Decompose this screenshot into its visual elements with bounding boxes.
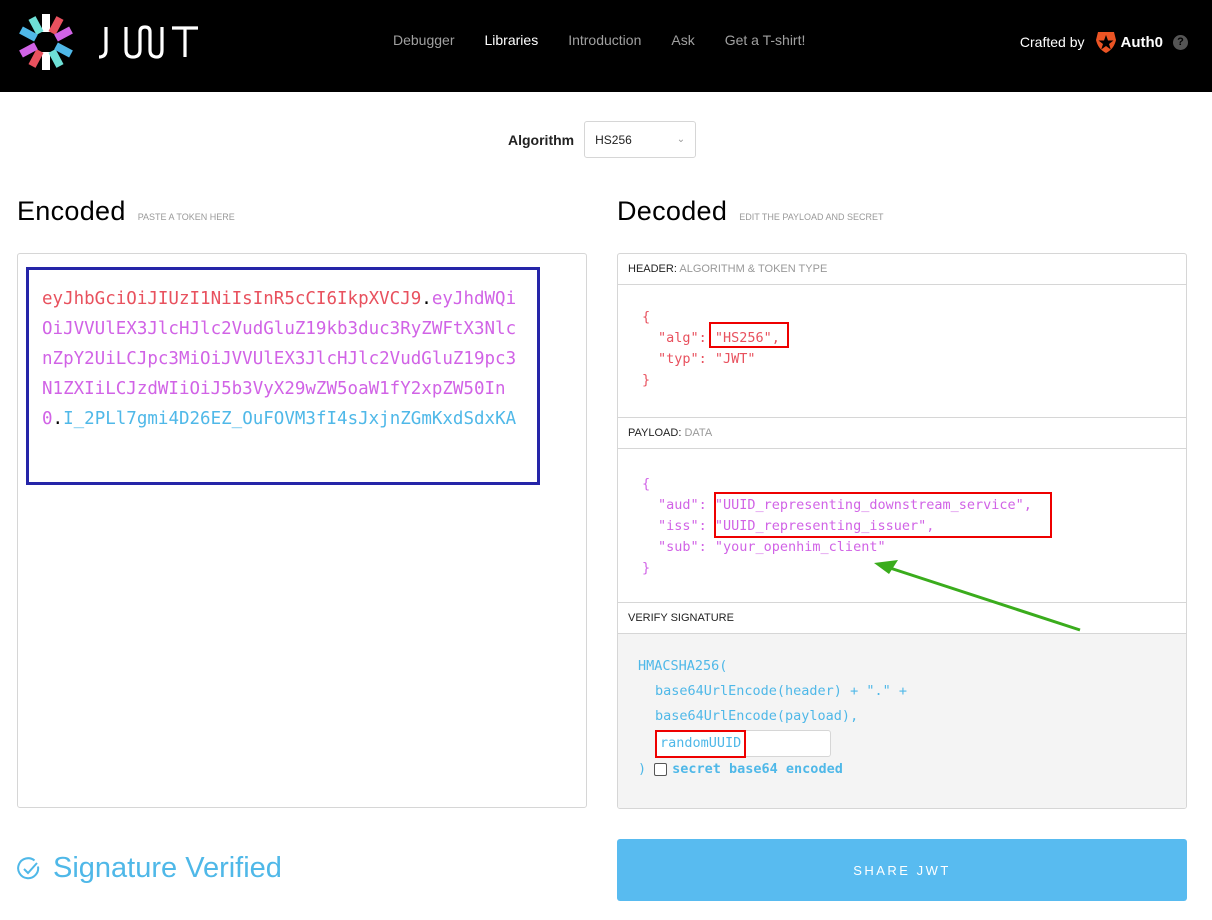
crafted-by-label: Crafted by bbox=[1019, 34, 1085, 50]
header-sublabel: ALGORITHM & TOKEN TYPE bbox=[679, 263, 828, 275]
base64-label[interactable]: secret base64 encoded bbox=[672, 757, 843, 782]
hmac-payload-line: base64UrlEncode(payload), bbox=[655, 708, 859, 724]
payload-label: PAYLOAD: bbox=[628, 427, 682, 439]
algorithm-select[interactable]: HS256 ⌄ bbox=[584, 121, 697, 158]
decoded-title: Decoded bbox=[617, 196, 728, 226]
annotation-box-alg bbox=[709, 322, 789, 348]
header-typ-line: "typ": "JWT" bbox=[658, 351, 756, 367]
auth0-brand[interactable]: Auth0 bbox=[1121, 34, 1164, 51]
json-brace: } bbox=[642, 372, 651, 388]
nav-tshirt[interactable]: Get a T-shirt! bbox=[725, 32, 806, 48]
payload-section-label: PAYLOAD: DATA bbox=[618, 418, 1186, 449]
auth0-shield-icon[interactable] bbox=[1095, 30, 1117, 54]
crafted-by: Crafted by Auth0 ? bbox=[1020, 30, 1188, 54]
decoded-heading: Decoded EDIT THE PAYLOAD AND SECRET bbox=[617, 196, 884, 227]
navbar: Debugger Libraries Introduction Ask Get … bbox=[0, 0, 1212, 92]
share-jwt-button[interactable]: SHARE JWT bbox=[617, 839, 1187, 901]
decoded-subtitle: EDIT THE PAYLOAD AND SECRET bbox=[739, 212, 884, 222]
base64-row: ) secret base64 encoded bbox=[638, 757, 1166, 782]
token-dot: . bbox=[421, 289, 432, 309]
signature-status: Signature Verified bbox=[17, 852, 282, 885]
payload-sublabel: DATA bbox=[684, 427, 713, 439]
close-paren: ) bbox=[638, 761, 647, 777]
annotation-box-aud-iss bbox=[714, 492, 1052, 538]
nav-libraries[interactable]: Libraries bbox=[485, 32, 539, 48]
verify-signature-area: HMACSHA256( base64UrlEncode(header) + ".… bbox=[618, 634, 1186, 808]
encoded-heading: Encoded PASTE A TOKEN HERE bbox=[17, 196, 235, 227]
payload-sub-line: "sub": "your_openhim_client" bbox=[658, 539, 886, 555]
verify-section-label: VERIFY SIGNATURE bbox=[618, 603, 1186, 634]
header-label: HEADER: bbox=[628, 263, 677, 275]
help-icon[interactable]: ? bbox=[1173, 34, 1188, 50]
token-payload-part: eyJhdWQiOiJVVUlEX3JlcHJlc2VudGluZ19kb3du… bbox=[42, 289, 517, 429]
nav-ask[interactable]: Ask bbox=[671, 32, 694, 48]
token-header-part: eyJhbGciOiJIUzI1NiIsInR5cCI6IkpXVCJ9 bbox=[42, 289, 422, 309]
encoded-title: Encoded bbox=[17, 196, 126, 226]
nav-introduction[interactable]: Introduction bbox=[568, 32, 641, 48]
algorithm-selected-value: HS256 bbox=[595, 132, 632, 147]
encoded-token-text[interactable]: eyJhbGciOiJIUzI1NiIsInR5cCI6IkpXVCJ9.eyJ… bbox=[42, 284, 517, 434]
jwt-wordmark bbox=[98, 25, 198, 59]
header-section-label: HEADER: ALGORITHM & TOKEN TYPE bbox=[618, 254, 1186, 285]
check-circle-icon bbox=[17, 856, 40, 879]
encoded-token-input[interactable]: eyJhbGciOiJIUzI1NiIsInR5cCI6IkpXVCJ9.eyJ… bbox=[17, 253, 587, 808]
header-json-editor[interactable]: { "alg": "HS256", "typ": "JWT" } bbox=[618, 285, 1186, 418]
chevron-down-icon: ⌄ bbox=[676, 134, 686, 145]
algorithm-picker: Algorithm HS256 ⌄ bbox=[508, 121, 697, 158]
hmac-header-line: base64UrlEncode(header) + "." + bbox=[655, 683, 907, 699]
hmac-fn-line: HMACSHA256( bbox=[638, 658, 728, 674]
annotation-box-secret bbox=[655, 730, 746, 758]
verify-label: VERIFY SIGNATURE bbox=[628, 612, 734, 624]
token-dot: . bbox=[52, 409, 64, 429]
nav-links: Debugger Libraries Introduction Ask Get … bbox=[393, 32, 805, 48]
token-signature-part: I_2PLl7gmi4D26EZ_OuFOVM3fI4sJxjnZGmKxdSd… bbox=[63, 409, 517, 429]
signature-status-text: Signature Verified bbox=[53, 852, 282, 884]
algorithm-label: Algorithm bbox=[508, 131, 575, 148]
encoded-subtitle: PASTE A TOKEN HERE bbox=[137, 212, 235, 222]
json-brace: } bbox=[642, 560, 651, 576]
jwt-logo-icon[interactable] bbox=[16, 12, 76, 72]
base64-checkbox[interactable] bbox=[654, 763, 668, 776]
nav-debugger[interactable]: Debugger bbox=[393, 32, 455, 48]
